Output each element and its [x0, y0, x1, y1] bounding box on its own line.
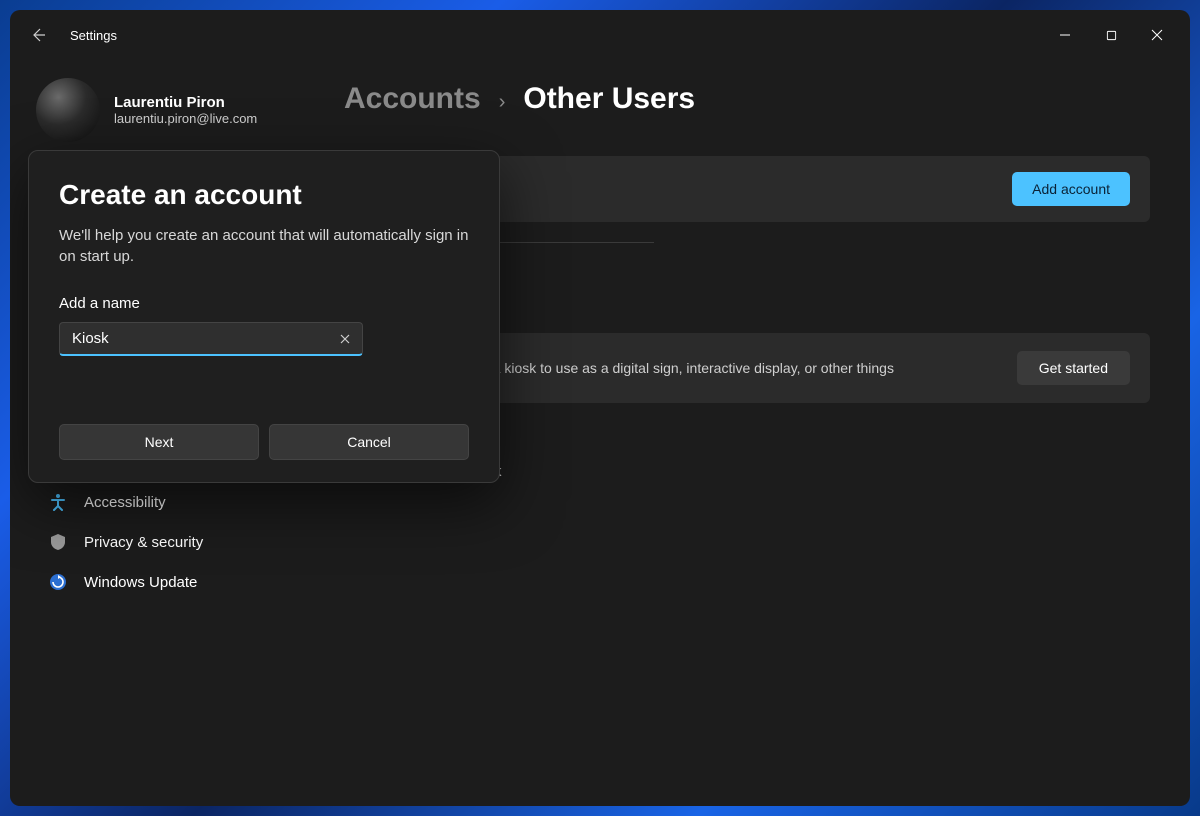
breadcrumb-current: Other Users [523, 82, 695, 116]
user-block[interactable]: Laurentiu Piron laurentiu.piron@live.com [36, 78, 310, 142]
next-button[interactable]: Next [59, 424, 259, 460]
titlebar: Settings [10, 10, 1190, 60]
back-button[interactable] [20, 17, 56, 53]
sidebar-item-label: Privacy & security [84, 534, 203, 551]
dialog-title: Create an account [59, 179, 469, 211]
sidebar-item-label: Windows Update [84, 574, 197, 591]
chevron-right-icon: › [499, 91, 506, 114]
accessibility-icon [48, 492, 68, 512]
dialog-buttons: Next Cancel [59, 424, 469, 460]
sidebar-item-label: Accessibility [84, 494, 166, 511]
close-button[interactable] [1134, 19, 1180, 51]
minimize-icon [1059, 29, 1071, 41]
minimize-button[interactable] [1042, 19, 1088, 51]
create-account-dialog: Create an account We'll help you create … [28, 150, 500, 483]
get-started-button[interactable]: Get started [1017, 351, 1130, 385]
user-name: Laurentiu Piron [114, 94, 257, 111]
window-title: Settings [70, 28, 117, 43]
shield-icon [48, 532, 68, 552]
arrow-left-icon [30, 27, 46, 43]
x-icon [340, 334, 350, 344]
sidebar-item-privacy[interactable]: Privacy & security [36, 522, 310, 562]
breadcrumb: Accounts › Other Users [344, 82, 1150, 116]
maximize-icon [1106, 30, 1117, 41]
name-input[interactable] [59, 322, 363, 356]
user-email: laurentiu.piron@live.com [114, 111, 257, 126]
settings-window: Settings Laurentiu Piron laurentiu.piron… [10, 10, 1190, 806]
name-input-wrap [59, 322, 363, 356]
add-account-button[interactable]: Add account [1012, 172, 1130, 206]
clear-input-button[interactable] [335, 329, 355, 349]
sidebar-item-accessibility[interactable]: Accessibility [36, 482, 310, 522]
avatar [36, 78, 100, 142]
window-controls [1042, 19, 1180, 51]
maximize-button[interactable] [1088, 19, 1134, 51]
cancel-button[interactable]: Cancel [269, 424, 469, 460]
update-icon [48, 572, 68, 592]
sidebar-item-windows-update[interactable]: Windows Update [36, 562, 310, 602]
name-field-label: Add a name [59, 295, 469, 312]
close-icon [1151, 29, 1163, 41]
breadcrumb-parent[interactable]: Accounts [344, 82, 481, 116]
dialog-description: We'll help you create an account that wi… [59, 225, 469, 267]
